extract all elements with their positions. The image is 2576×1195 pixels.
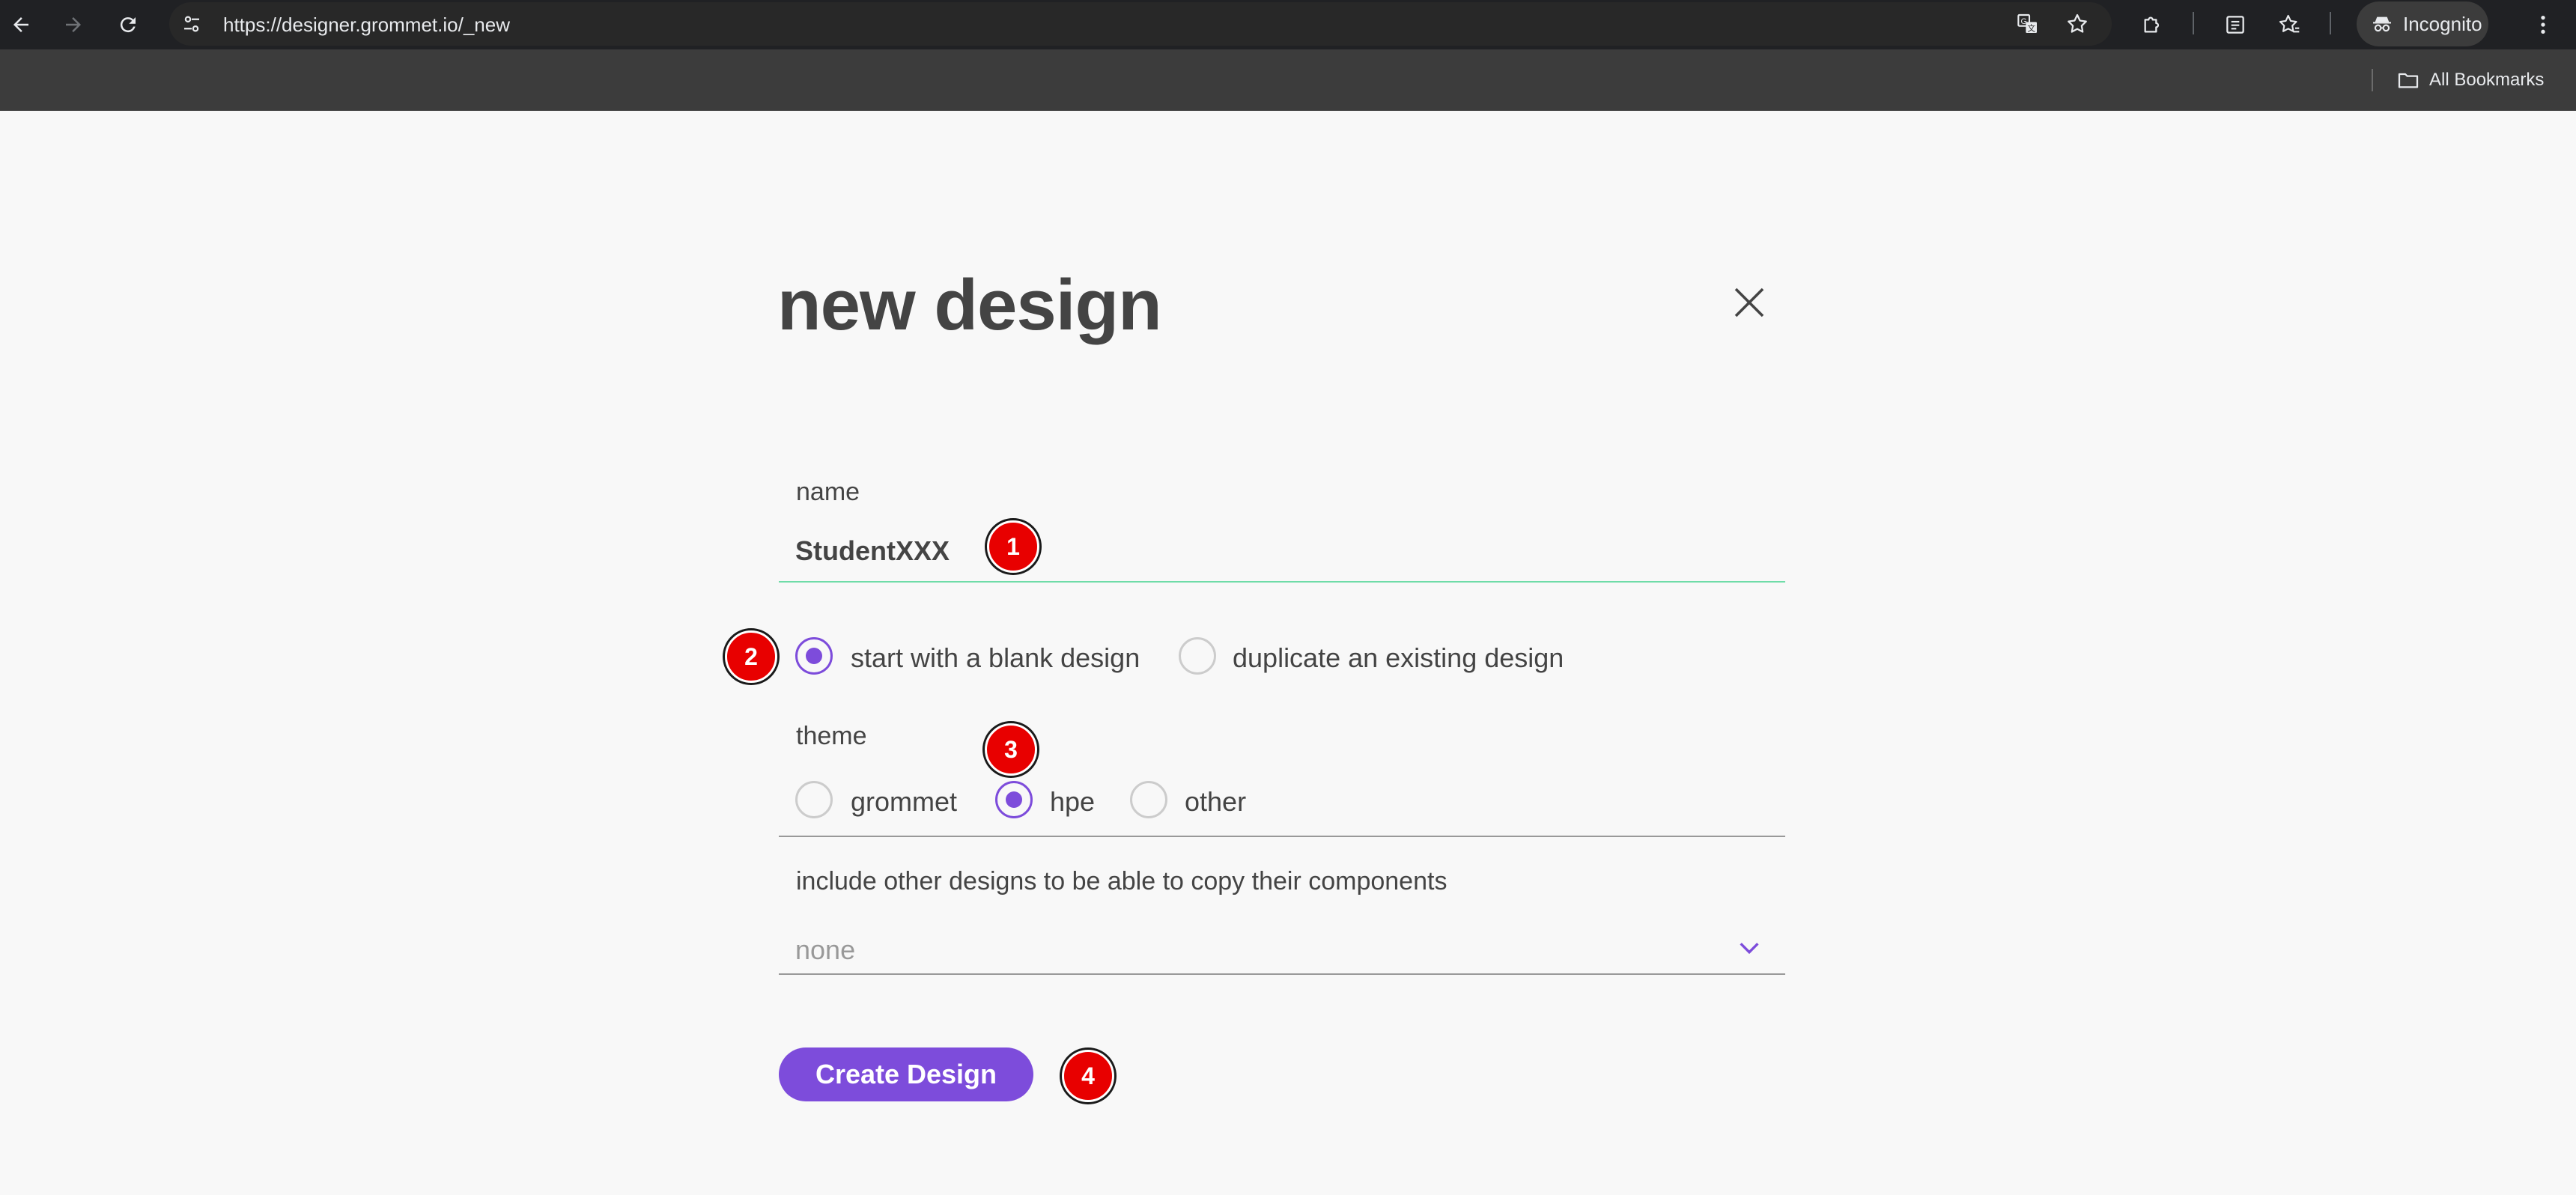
theme-divider — [779, 836, 1785, 837]
annotation-badge-2: 2 — [725, 630, 777, 683]
reload-icon[interactable] — [110, 7, 146, 43]
incognito-label: Incognito — [2403, 12, 2482, 35]
page-title: new design — [777, 265, 1162, 345]
page-content: new design name 1 2 start with a blank d… — [0, 111, 2576, 1195]
incognito-icon — [2373, 16, 2391, 32]
annotation-badge-3: 3 — [985, 723, 1037, 776]
star-list-icon[interactable] — [2271, 7, 2307, 43]
name-input[interactable] — [779, 521, 1785, 583]
incognito-profile-button[interactable]: Incognito — [2357, 1, 2488, 46]
browser-toolbar: https://designer.grommet.io/_new G 文 Inc… — [0, 0, 2576, 49]
theme-hpe-radio[interactable] — [995, 781, 1033, 818]
back-arrow-icon[interactable] — [3, 7, 39, 43]
blank-design-radio[interactable] — [795, 637, 833, 675]
duplicate-design-label[interactable]: duplicate an existing design — [1233, 642, 1564, 674]
name-label: name — [796, 478, 860, 506]
include-designs-value: none — [795, 934, 856, 965]
kebab-menu-icon[interactable] — [2525, 7, 2561, 43]
translate-icon[interactable]: G 文 — [2013, 9, 2043, 39]
all-bookmarks-label: All Bookmarks — [2429, 70, 2545, 90]
address-bar[interactable]: https://designer.grommet.io/_new G 文 — [169, 2, 2112, 46]
theme-grommet-label[interactable]: grommet — [851, 786, 957, 818]
create-design-button[interactable]: Create Design — [779, 1047, 1033, 1101]
bookmarks-separator — [2372, 69, 2373, 91]
theme-hpe-label[interactable]: hpe — [1050, 786, 1095, 818]
svg-text:文: 文 — [2027, 23, 2035, 33]
close-icon[interactable] — [1722, 276, 1776, 329]
reading-list-icon[interactable] — [2217, 7, 2253, 43]
theme-other-label[interactable]: other — [1185, 786, 1246, 818]
include-designs-select[interactable]: none — [779, 916, 1785, 978]
annotation-badge-4: 4 — [1062, 1050, 1114, 1102]
toolbar-separator — [2330, 12, 2331, 34]
blank-design-label[interactable]: start with a blank design — [851, 642, 1140, 674]
theme-other-radio[interactable] — [1130, 781, 1167, 818]
all-bookmarks-button[interactable]: All Bookmarks — [2396, 66, 2544, 94]
include-divider — [779, 973, 1785, 975]
theme-label: theme — [796, 722, 867, 750]
theme-grommet-radio[interactable] — [795, 781, 833, 818]
include-designs-label: include other designs to be able to copy… — [796, 867, 1448, 896]
forward-arrow-icon[interactable] — [55, 7, 91, 43]
puzzle-icon[interactable] — [2134, 7, 2170, 43]
star-icon[interactable] — [2062, 9, 2092, 39]
chevron-down-icon[interactable] — [1734, 933, 1764, 963]
folder-icon — [2398, 73, 2419, 88]
annotation-badge-1: 1 — [987, 520, 1039, 573]
url-text[interactable]: https://designer.grommet.io/_new — [223, 13, 510, 37]
tune-icon[interactable] — [177, 9, 207, 39]
toolbar-separator — [2193, 12, 2194, 34]
bookmarks-bar: All Bookmarks — [0, 49, 2576, 111]
duplicate-design-radio[interactable] — [1179, 637, 1216, 675]
